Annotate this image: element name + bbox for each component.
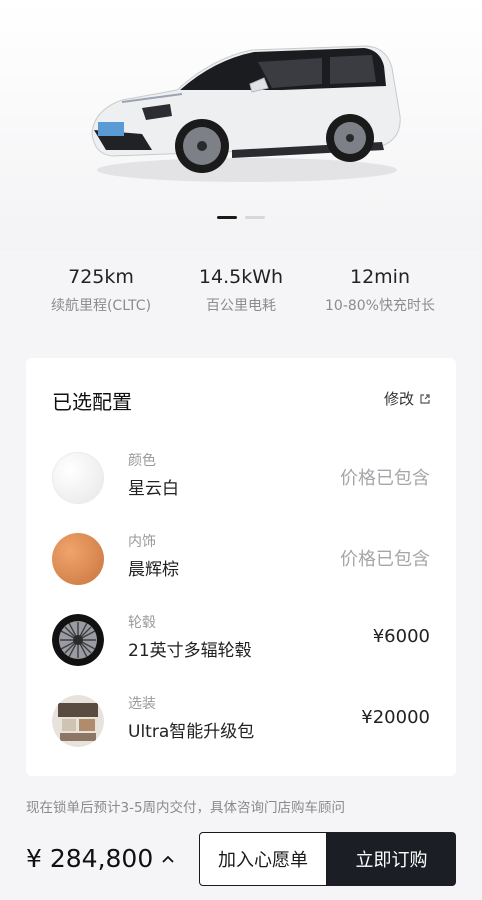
config-price: ¥6000	[372, 626, 430, 647]
wheel-image	[52, 614, 104, 666]
stat-label: 10-80%快充时长	[325, 298, 435, 314]
add-to-wishlist-button[interactable]: 加入心愿单	[199, 832, 327, 886]
stat-consumption: 14.5kWh 百公里电耗	[161, 262, 321, 315]
config-category: 选装	[128, 696, 156, 712]
config-price: ¥20000	[361, 707, 430, 728]
total-price-toggle[interactable]: ¥ 284,800	[26, 844, 175, 873]
config-row-color[interactable]: 颜色 星云白 价格已包含	[26, 448, 456, 508]
spec-stats: 725km 续航里程(CLTC) 14.5kWh 百公里电耗 12min 10-…	[0, 262, 482, 342]
config-row-wheels[interactable]: 轮毂 21英寸多辐轮毂 ¥6000	[26, 610, 456, 670]
modify-label: 修改	[383, 390, 414, 408]
config-name: Ultra智能升级包	[128, 722, 255, 742]
stat-label: 百公里电耗	[206, 298, 276, 314]
config-category: 颜色	[128, 453, 156, 469]
stat-value: 725km	[68, 266, 134, 288]
car-hero	[0, 0, 482, 250]
config-name: 星云白	[128, 479, 179, 499]
white-color-swatch	[52, 452, 104, 504]
config-category: 内饰	[128, 534, 156, 550]
stat-charge-time: 12min 10-80%快充时长	[300, 262, 460, 315]
config-row-interior[interactable]: 内饰 晨辉棕 价格已包含	[26, 529, 456, 589]
total-price: ¥ 284,800	[26, 844, 154, 873]
config-name: 21英寸多辐轮毂	[128, 641, 252, 661]
stat-value: 12min	[349, 266, 410, 288]
config-price: 价格已包含	[340, 549, 430, 570]
stat-range: 725km 续航里程(CLTC)	[21, 262, 181, 315]
config-category: 轮毂	[128, 615, 156, 631]
chevron-up-icon	[162, 855, 174, 863]
package-image	[52, 695, 104, 747]
modify-button[interactable]: 修改	[384, 388, 430, 409]
order-now-button[interactable]: 立即订购	[327, 832, 456, 886]
carousel-dot-active[interactable]	[217, 216, 237, 219]
config-row-options[interactable]: 选装 Ultra智能升级包 ¥20000	[26, 691, 456, 751]
config-price: 价格已包含	[340, 468, 430, 489]
delivery-note: 现在锁单后预计3-5周内交付，具体咨询门店购车顾问	[26, 800, 346, 816]
card-title: 已选配置	[52, 390, 132, 414]
selected-config-card: 已选配置 修改 颜色 星云白 价格已包含 内饰 晨辉棕 价格已包含 轮毂 21英…	[26, 358, 456, 776]
stat-value: 14.5kWh	[198, 266, 284, 288]
config-name: 晨辉棕	[128, 560, 179, 580]
car-image[interactable]	[82, 38, 412, 188]
brown-color-swatch	[52, 533, 104, 585]
carousel-indicator	[0, 216, 482, 219]
external-edit-icon	[420, 393, 430, 404]
stat-label: 续航里程(CLTC)	[50, 298, 152, 314]
carousel-dot[interactable]	[245, 216, 265, 219]
